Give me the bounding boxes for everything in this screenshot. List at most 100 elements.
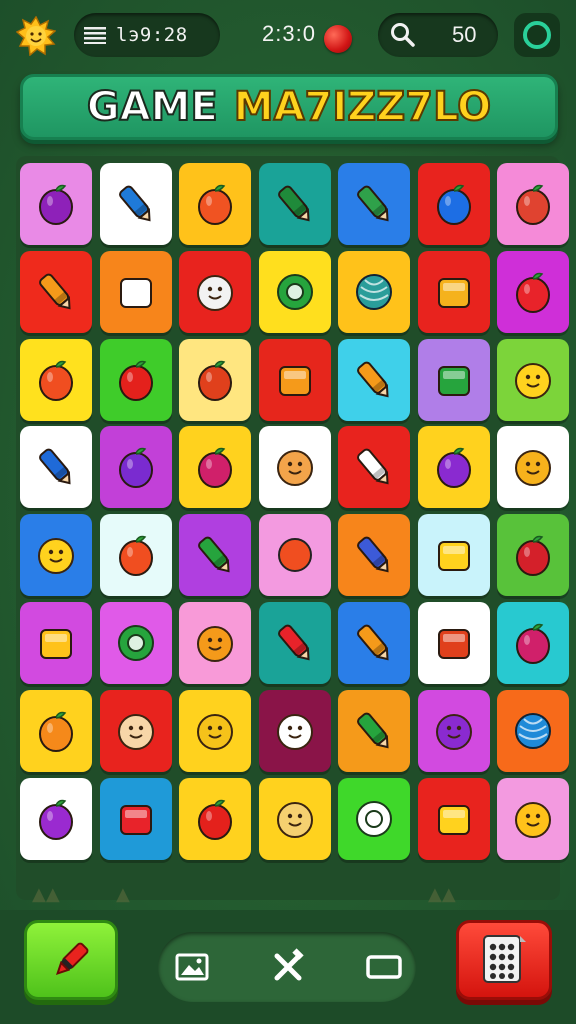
tile[interactable] (99, 514, 172, 597)
tile[interactable] (497, 250, 569, 333)
tile[interactable] (99, 163, 172, 245)
sun-face-icon (197, 626, 233, 662)
tile[interactable] (497, 602, 569, 684)
cat-face-icon (117, 713, 154, 750)
tile[interactable] (258, 689, 331, 772)
marker-icon (277, 185, 310, 222)
window-icon (366, 955, 402, 979)
star-face-icon (38, 538, 74, 575)
tile[interactable] (258, 514, 331, 597)
tile[interactable] (258, 250, 331, 333)
cat-face-icon (197, 274, 233, 311)
tooth-icon (39, 448, 71, 485)
yarn-ball-icon (356, 273, 392, 310)
title-game: GAME (86, 83, 219, 131)
tile[interactable] (179, 689, 251, 772)
tile[interactable] (20, 250, 92, 333)
search-pill[interactable]: 50 (378, 13, 498, 57)
tile[interactable] (179, 163, 251, 245)
tile[interactable] (20, 602, 92, 684)
tile[interactable] (179, 426, 251, 509)
tile[interactable] (99, 250, 172, 333)
sun-face-icon (515, 801, 551, 838)
game-screen: lэ9:28 2:3:0 50 GAME MA7IZZ7LO ▲▲ ▲ ▲▲ (0, 0, 576, 1024)
phone-icon (357, 185, 389, 222)
tile[interactable] (338, 426, 410, 509)
tile[interactable] (20, 777, 92, 860)
dog-face-icon (276, 713, 313, 750)
tile[interactable] (99, 689, 172, 772)
tile[interactable] (258, 163, 331, 245)
tile[interactable] (497, 338, 569, 421)
leaf-icon (198, 536, 230, 573)
tile[interactable] (417, 602, 490, 684)
battery-icon (437, 277, 470, 308)
orange-icon (39, 360, 73, 401)
tile[interactable] (338, 250, 410, 333)
tile[interactable] (99, 338, 172, 421)
image-tool-button[interactable] (172, 947, 212, 987)
peach-icon (198, 360, 232, 401)
menu-label: lэ9:28 (116, 24, 188, 46)
tile[interactable] (99, 777, 172, 860)
jar-icon (119, 804, 152, 835)
tile[interactable] (179, 250, 251, 333)
tile[interactable] (338, 338, 410, 421)
tile[interactable] (99, 426, 172, 509)
wrench-tool-button[interactable] (268, 947, 308, 987)
tile[interactable] (258, 777, 331, 860)
tile[interactable] (338, 163, 410, 245)
grid-menu-button[interactable] (456, 920, 552, 1000)
apple-icon (118, 360, 153, 401)
cup-icon (119, 277, 152, 308)
cube-icon (437, 365, 470, 396)
tile[interactable] (179, 777, 251, 860)
bomb-icon (324, 25, 352, 53)
tile[interactable] (497, 689, 569, 772)
tile[interactable] (417, 514, 490, 597)
tile[interactable] (497, 777, 569, 860)
whistle-icon (357, 712, 389, 749)
tile[interactable] (179, 514, 251, 597)
tile[interactable] (179, 338, 251, 421)
blueberry-icon (436, 184, 471, 225)
tile[interactable] (417, 426, 490, 509)
window-tool-button[interactable] (364, 947, 404, 987)
menu-pill[interactable]: lэ9:28 (74, 13, 220, 57)
partial-row-glyph: ▲▲ (428, 884, 456, 905)
tile[interactable] (258, 602, 331, 684)
sun-face-icon (197, 713, 233, 750)
tile[interactable] (497, 163, 569, 245)
status-button[interactable] (514, 13, 560, 57)
castle-icon (437, 804, 470, 835)
tile[interactable] (417, 250, 490, 333)
roll-icon (357, 536, 389, 573)
tile[interactable] (258, 338, 331, 421)
tile[interactable] (338, 602, 410, 684)
tile[interactable] (417, 338, 490, 421)
tile[interactable] (338, 689, 410, 772)
sun-menu-button[interactable] (14, 14, 58, 58)
tile[interactable] (20, 426, 92, 509)
tile[interactable] (99, 602, 172, 684)
tool-tray (158, 932, 416, 1002)
tile[interactable] (20, 338, 92, 421)
tile[interactable] (179, 602, 251, 684)
tile[interactable] (497, 514, 569, 597)
orange-icon (118, 535, 153, 577)
apple-icon (516, 272, 550, 313)
tile[interactable] (497, 426, 569, 509)
tile[interactable] (338, 777, 410, 860)
tile[interactable] (258, 426, 331, 509)
score-value: 50 (452, 22, 477, 47)
tile[interactable] (417, 689, 490, 772)
tile[interactable] (417, 777, 490, 860)
raspberry-icon (436, 448, 471, 489)
tile[interactable] (20, 514, 92, 597)
tile[interactable] (20, 163, 92, 245)
tile[interactable] (417, 163, 490, 245)
tile[interactable] (338, 514, 410, 597)
calculator-icon (483, 935, 526, 983)
marker-tool-button[interactable] (24, 920, 118, 1000)
tile[interactable] (20, 689, 92, 772)
